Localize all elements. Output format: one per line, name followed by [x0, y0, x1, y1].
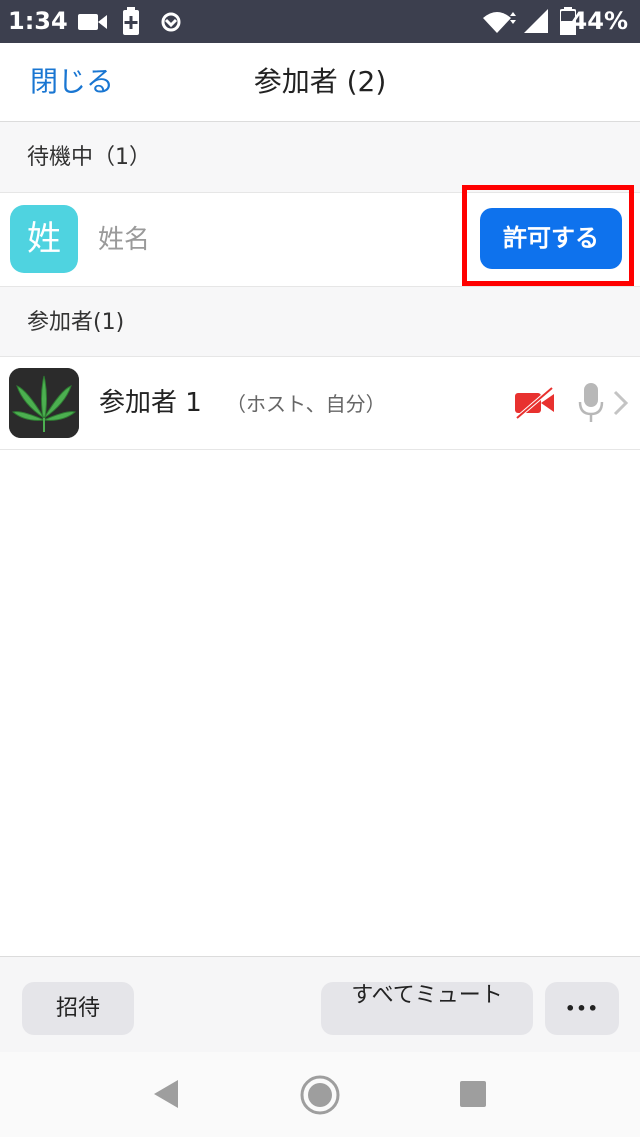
status-time: 1:34	[8, 7, 68, 35]
battery-percent: 44%	[570, 7, 628, 35]
wifi-icon	[483, 12, 516, 33]
android-nav-bar	[0, 1052, 640, 1137]
participant-name: 参加者 1	[99, 388, 202, 418]
video-off-icon	[515, 387, 554, 419]
more-button[interactable]: •••	[545, 982, 619, 1035]
header-bar: 閉じる 参加者 (2)	[0, 43, 640, 122]
avatar	[9, 368, 79, 438]
cell-signal-icon	[524, 9, 548, 33]
recents-icon[interactable]	[459, 1080, 487, 1108]
chevron-right-icon	[613, 390, 629, 416]
participant-role-tag: （ホスト、自分）	[226, 392, 386, 416]
bottom-toolbar: 招待 すべてミュート •••	[0, 956, 640, 1053]
waiting-section-label: 待機中（1）	[27, 145, 151, 170]
participant-row[interactable]: 参加者 1 （ホスト、自分）	[0, 357, 640, 450]
mute-all-button[interactable]: すべてミュート	[321, 982, 533, 1035]
participants-section-header: 参加者(1)	[0, 287, 640, 357]
highlight-box	[462, 185, 634, 286]
back-icon[interactable]	[152, 1078, 180, 1110]
leaf-icon	[9, 368, 79, 438]
battery-saver-icon	[123, 7, 139, 35]
waiting-section-header: 待機中（1）	[0, 122, 640, 193]
waiting-user-name: 姓名	[98, 225, 151, 255]
microphone-icon	[578, 383, 604, 422]
home-icon[interactable]	[299, 1074, 341, 1116]
status-bar: 1:34 44%	[0, 0, 640, 43]
page-title: 参加者 (2)	[253, 65, 387, 98]
video-camera-icon	[78, 14, 107, 30]
participants-section-label: 参加者(1)	[27, 310, 125, 335]
sync-icon	[161, 12, 181, 32]
invite-button[interactable]: 招待	[22, 982, 134, 1035]
avatar: 姓	[10, 205, 78, 273]
